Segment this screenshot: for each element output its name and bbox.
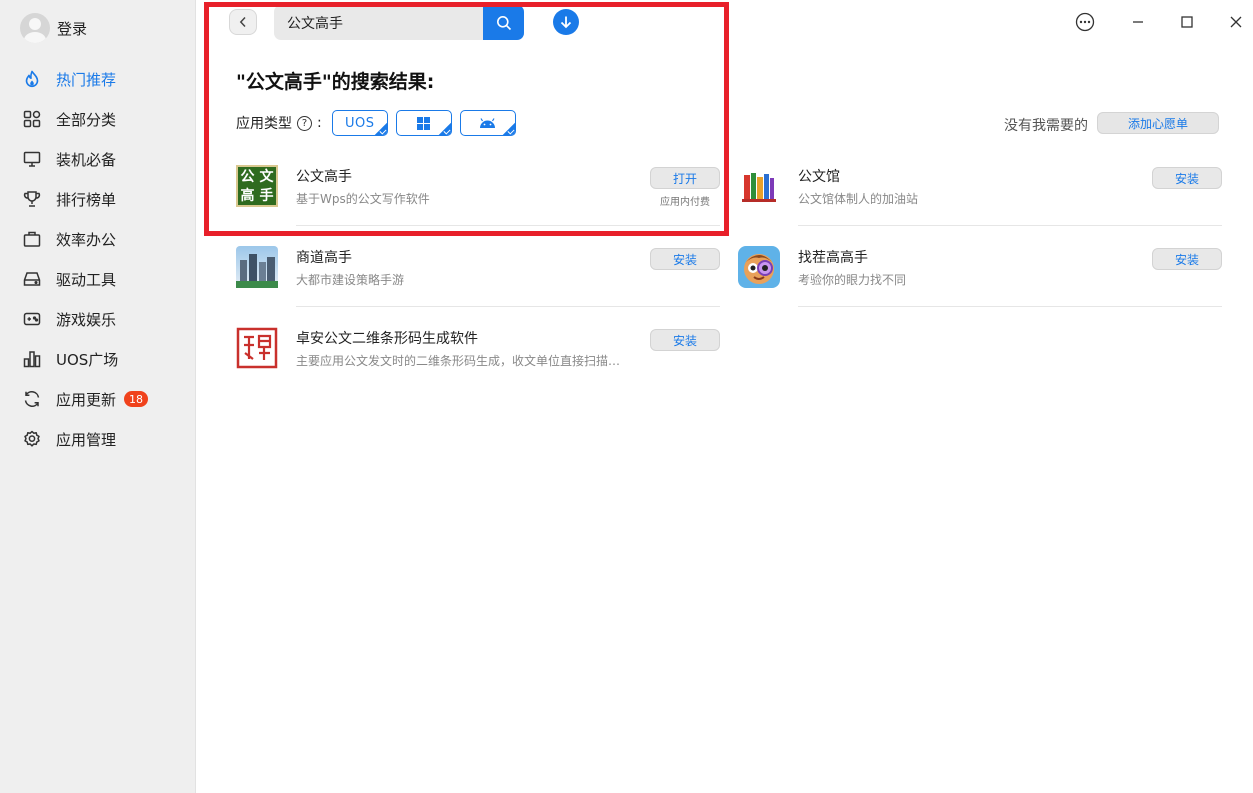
in-app-purchase-label: 应用内付费 xyxy=(660,197,710,208)
android-icon xyxy=(480,118,496,128)
sidebar-nav: 热门推荐 全部分类 装机必备 排行榜单 效率办公 驱动工具 游戏娱乐 UOS广场… xyxy=(0,59,196,459)
grid-icon xyxy=(22,109,42,129)
more-icon xyxy=(1075,12,1095,32)
menu-button[interactable] xyxy=(1073,10,1097,34)
sidebar-item-updates[interactable]: 应用更新 18 xyxy=(0,379,196,419)
app-desc: 基于Wps的公文写作软件 xyxy=(296,192,430,206)
chart-icon xyxy=(22,349,42,369)
arrow-down-icon xyxy=(560,16,572,29)
app-icon-zhaocha-gaogaoshou xyxy=(738,246,780,288)
sidebar-item-essentials[interactable]: 装机必备 xyxy=(0,139,196,179)
avatar[interactable] xyxy=(20,13,50,43)
app-type-filter: 应用类型 ? : UOS xyxy=(236,110,516,136)
sidebar-item-office[interactable]: 效率办公 xyxy=(0,219,196,259)
app-name[interactable]: 卓安公文二维条形码生成软件 xyxy=(296,328,478,348)
close-button[interactable] xyxy=(1224,10,1248,34)
drive-icon xyxy=(22,269,42,289)
sidebar-item-label: 热门推荐 xyxy=(56,70,117,89)
search-input[interactable] xyxy=(274,5,483,40)
app-desc: 主要应用公文发文时的二维条形码生成，收文单位直接扫描识别 xyxy=(296,354,622,368)
search-button[interactable] xyxy=(483,5,524,40)
filter-label: 应用类型 xyxy=(236,116,292,132)
sidebar-item-label: UOS广场 xyxy=(56,350,119,369)
windows-icon xyxy=(417,116,431,130)
refresh-icon xyxy=(22,389,42,409)
app-desc: 公文馆体制人的加油站 xyxy=(798,192,919,206)
filter-chip-windows[interactable] xyxy=(395,110,452,136)
app-item[interactable]: 公 文 高 手 公文高手 基于Wps的公文写作软件 打开 应用内付费 xyxy=(236,145,720,226)
sidebar-item-label: 排行榜单 xyxy=(56,190,117,209)
close-icon xyxy=(1230,16,1242,28)
sidebar-item-label: 驱动工具 xyxy=(56,270,117,289)
gear-icon xyxy=(22,429,42,449)
download-button[interactable] xyxy=(553,9,579,35)
app-icon-shangdao-gaoshou xyxy=(236,246,278,288)
filter-chip-android[interactable] xyxy=(459,110,516,136)
uos-icon: UOS xyxy=(344,115,375,131)
check-icon xyxy=(501,122,515,135)
app-desc: 考验你的眼力找不同 xyxy=(798,273,907,287)
app-name[interactable]: 商道高手 xyxy=(296,247,352,267)
app-item[interactable]: 找茬高高手 考验你的眼力找不同 安装 xyxy=(738,226,1222,307)
sidebar-item-drivers[interactable]: 驱动工具 xyxy=(0,259,196,299)
search-box xyxy=(274,5,524,40)
login-label[interactable]: 登录 xyxy=(57,18,87,39)
install-button[interactable]: 安装 xyxy=(1152,248,1222,270)
wish-prompt: 没有我需要的 xyxy=(1004,118,1088,134)
sidebar-item-label: 应用管理 xyxy=(56,430,117,449)
results-title: "公文高手"的搜索结果: xyxy=(236,71,435,93)
check-icon xyxy=(437,122,451,135)
help-icon[interactable]: ? xyxy=(297,115,312,131)
app-item[interactable]: 商道高手 大都市建设策略手游 安装 xyxy=(236,226,720,307)
flame-icon xyxy=(22,69,42,89)
install-button[interactable]: 安装 xyxy=(650,248,720,270)
back-button[interactable] xyxy=(229,9,257,35)
login-area[interactable]: 登录 xyxy=(20,13,87,43)
add-wishlist-button[interactable]: 添加心愿单 xyxy=(1097,112,1219,134)
app-item[interactable]: 公文馆 公文馆体制人的加油站 安装 xyxy=(738,145,1222,226)
sidebar-item-manage[interactable]: 应用管理 xyxy=(0,419,196,459)
app-icon-gongwenguan xyxy=(738,165,780,207)
app-item[interactable]: 卓安公文二维条形码生成软件 主要应用公文发文时的二维条形码生成，收文单位直接扫描… xyxy=(236,307,720,388)
app-name[interactable]: 找茬高高手 xyxy=(798,247,868,267)
sidebar-item-label: 效率办公 xyxy=(56,230,117,249)
sidebar-item-label: 游戏娱乐 xyxy=(56,310,117,329)
monitor-icon xyxy=(22,149,42,169)
filter-chip-uos[interactable]: UOS xyxy=(331,110,388,136)
search-icon xyxy=(496,15,511,30)
app-icon-gongwen-gaoshou: 公 文 高 手 xyxy=(236,165,278,207)
briefcase-icon xyxy=(22,229,42,249)
install-button[interactable]: 安装 xyxy=(650,329,720,351)
app-name[interactable]: 公文高手 xyxy=(296,166,352,186)
update-count-badge: 18 xyxy=(124,391,149,407)
sidebar-item-label: 应用更新 xyxy=(56,390,117,409)
trophy-icon xyxy=(22,189,42,209)
install-button[interactable]: 安装 xyxy=(1152,167,1222,189)
sidebar-item-hot[interactable]: 热门推荐 xyxy=(0,59,196,99)
sidebar: 登录 热门推荐 全部分类 装机必备 排行榜单 效率办公 驱动工具 游戏娱乐 UO… xyxy=(0,0,196,793)
maximize-button[interactable] xyxy=(1175,10,1199,34)
sidebar-item-categories[interactable]: 全部分类 xyxy=(0,99,196,139)
filter-colon: : xyxy=(317,115,322,131)
gamepad-icon xyxy=(22,309,42,329)
sidebar-item-uos-square[interactable]: UOS广场 xyxy=(0,339,196,379)
sidebar-item-rankings[interactable]: 排行榜单 xyxy=(0,179,196,219)
chevron-left-icon xyxy=(239,16,246,28)
minimize-icon xyxy=(1133,21,1143,23)
app-name[interactable]: 公文馆 xyxy=(798,166,840,186)
check-icon xyxy=(373,122,387,135)
open-button[interactable]: 打开 xyxy=(650,167,720,189)
minimize-button[interactable] xyxy=(1126,10,1150,34)
sidebar-item-label: 装机必备 xyxy=(56,150,117,169)
app-desc: 大都市建设策略手游 xyxy=(296,273,405,287)
sidebar-item-games[interactable]: 游戏娱乐 xyxy=(0,299,196,339)
sidebar-item-label: 全部分类 xyxy=(56,110,117,129)
app-icon-zhuoan-barcode xyxy=(236,327,278,369)
maximize-icon xyxy=(1181,16,1193,28)
divider xyxy=(798,306,1222,307)
